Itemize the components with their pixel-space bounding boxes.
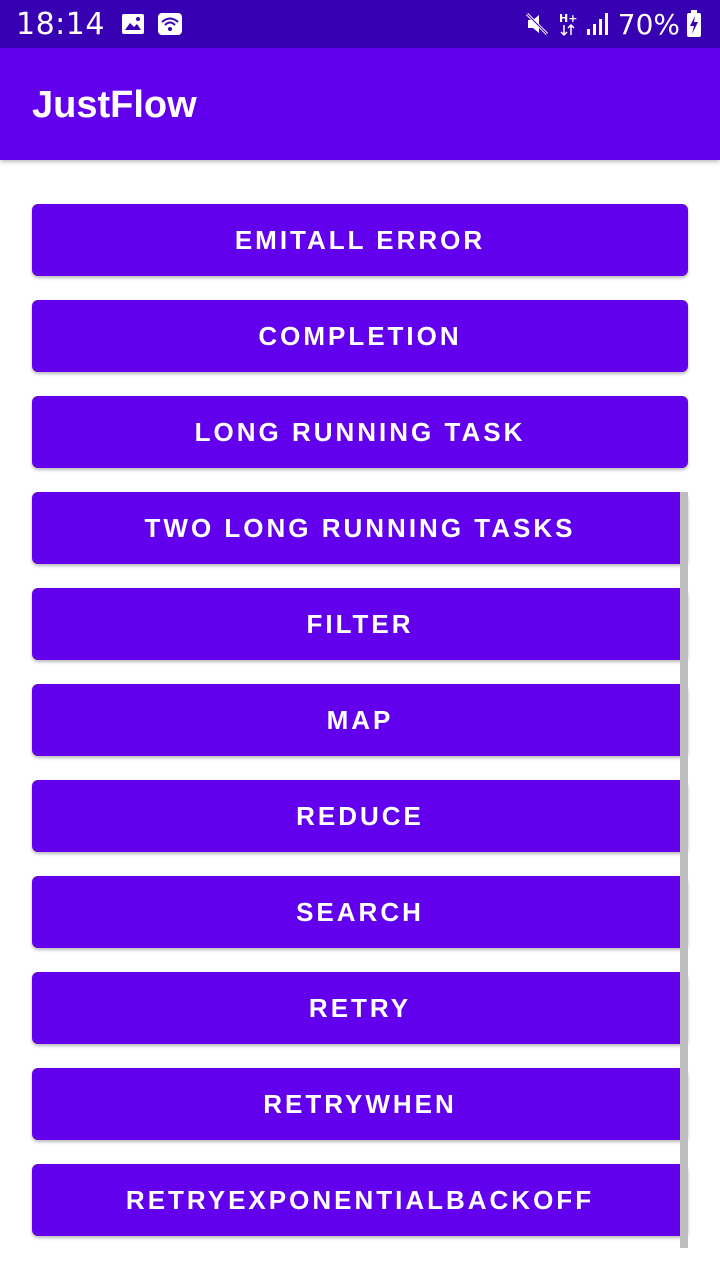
app-bar: JustFlow [0,48,720,160]
mute-icon [524,11,550,37]
reduce-button[interactable]: REDUCE [32,780,688,852]
hplus-data-icon: H+ [558,11,578,37]
retrywhen-button[interactable]: RETRYWHEN [32,1068,688,1140]
retry-button[interactable]: RETRY [32,972,688,1044]
image-icon [121,13,145,35]
map-button[interactable]: MAP [32,684,688,756]
status-time: 18:14 [16,6,105,42]
wifi-icon [157,12,183,36]
long-running-task-button[interactable]: LONG RUNNING TASK [32,396,688,468]
search-button[interactable]: SEARCH [32,876,688,948]
completion-button[interactable]: COMPLETION [32,300,688,372]
battery-charging-icon [686,10,702,38]
scrollbar[interactable] [680,492,688,1248]
signal-icon [586,12,610,36]
status-bar: 18:14 H+ 70% [0,0,720,48]
battery-percent: 70% [617,7,680,41]
svg-text:H+: H+ [559,12,577,25]
two-long-running-tasks-button[interactable]: TWO LONG RUNNING TASKS [32,492,688,564]
filter-button[interactable]: FILTER [32,588,688,660]
app-title: JustFlow [32,84,197,126]
status-right: H+ 70% [524,8,710,41]
retryexponentialbackoff-button[interactable]: RETRYEXPONENTIALBACKOFF [32,1164,688,1236]
button-list: EMITALL ERROR COMPLETION LONG RUNNING TA… [0,160,720,1280]
status-left: 18:14 [16,7,195,42]
emitall-error-button[interactable]: EMITALL ERROR [32,204,688,276]
